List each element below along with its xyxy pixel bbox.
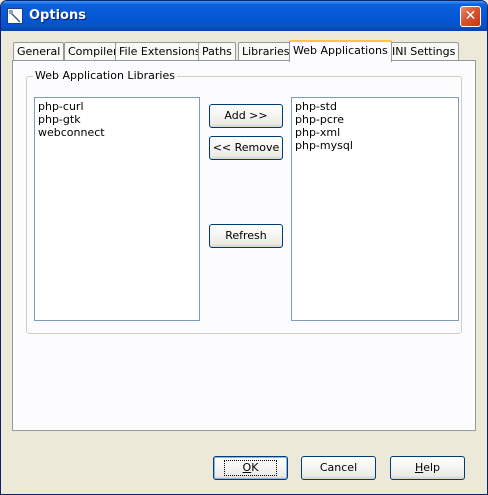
list-item[interactable]: php-mysql [295, 139, 455, 152]
tab-compiler[interactable]: Compiler [64, 42, 122, 61]
list-item[interactable]: php-pcre [295, 113, 455, 126]
window-title: Options [29, 8, 86, 23]
list-item[interactable]: php-xml [295, 126, 455, 139]
title-bar[interactable]: Options ✕ [1, 1, 487, 31]
help-label: elp [423, 461, 441, 474]
add-button[interactable]: Add >> [209, 104, 283, 128]
tab-ini-settings[interactable]: INI Settings [388, 42, 460, 61]
help-button[interactable]: Help [390, 456, 465, 480]
refresh-button[interactable]: Refresh [209, 224, 283, 248]
web-application-libraries-group: Web Application Libraries php-curl php-g… [26, 69, 462, 334]
list-item[interactable]: php-std [295, 100, 455, 113]
options-app-icon [7, 8, 23, 24]
available-libraries-list[interactable]: php-curl php-gtk webconnect [34, 97, 200, 321]
ok-mnemonic: O [242, 461, 252, 474]
options-window: Options ✕ General Compiler File Extensio… [0, 0, 488, 495]
tab-general[interactable]: General [13, 42, 65, 61]
list-item[interactable]: php-curl [38, 100, 196, 113]
tab-libraries[interactable]: Libraries [238, 42, 294, 61]
remove-button[interactable]: << Remove [209, 136, 283, 160]
ok-label: K [251, 461, 259, 474]
cancel-button[interactable]: Cancel [301, 456, 376, 480]
close-button[interactable]: ✕ [460, 6, 481, 27]
selected-libraries-list[interactable]: php-std php-pcre php-xml php-mysql [291, 97, 459, 321]
list-item[interactable]: php-gtk [38, 113, 196, 126]
group-label: Web Application Libraries [33, 69, 177, 82]
list-item[interactable]: webconnect [38, 126, 196, 139]
tab-file-extensions[interactable]: File Extensions [115, 42, 205, 61]
close-icon: ✕ [464, 8, 477, 24]
tab-panel-web-applications: Web Application Libraries php-curl php-g… [12, 60, 476, 431]
cancel-label: Cancel [319, 461, 358, 474]
ok-button[interactable]: OK [213, 456, 288, 480]
help-mnemonic: H [414, 461, 424, 474]
tab-paths[interactable]: Paths [198, 42, 236, 61]
tab-web-applications[interactable]: Web Applications [289, 40, 392, 62]
